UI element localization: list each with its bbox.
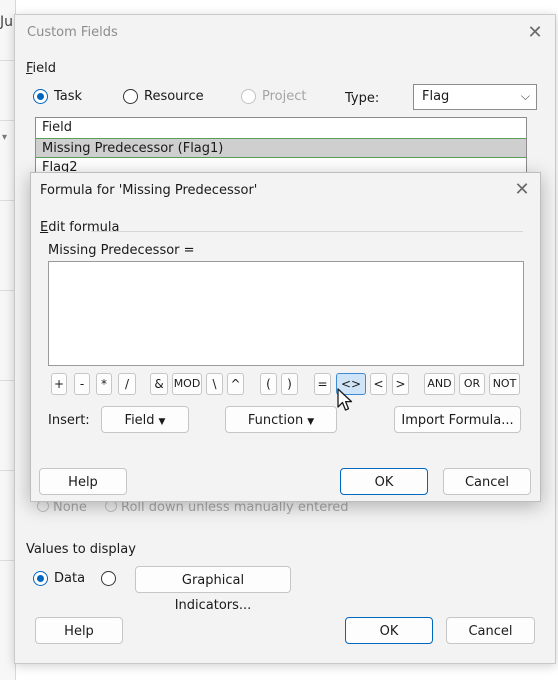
data-radio-label: Data — [54, 571, 86, 586]
cancel-button[interactable]: Cancel — [446, 617, 535, 644]
insert-field-label: Field — [124, 413, 155, 428]
caret-down-icon: ▼ — [158, 417, 166, 427]
edit-formula-label: Edit formula — [40, 220, 120, 235]
ok-button[interactable]: OK — [345, 617, 433, 644]
insert-label: Insert: — [48, 413, 90, 428]
rollup-none-option: None — [37, 500, 87, 515]
insert-field-button[interactable]: Field ▼ — [101, 406, 189, 433]
custom-fields-title: Custom Fields — [27, 25, 118, 40]
op-plus-button[interactable]: + — [51, 373, 67, 395]
mouse-cursor-icon — [337, 388, 353, 411]
insert-function-button[interactable]: Function ▼ — [225, 406, 337, 433]
op-minus-button[interactable]: - — [74, 373, 90, 395]
project-radio-label: Project — [262, 89, 307, 104]
type-select[interactable]: Flag ⌵ — [413, 84, 537, 110]
import-formula-button[interactable]: Import Formula... — [394, 406, 521, 433]
op-not-button[interactable]: NOT — [489, 373, 520, 395]
close-icon[interactable]: ✕ — [512, 180, 532, 200]
op-or-button[interactable]: OR — [459, 373, 485, 395]
close-icon[interactable]: ✕ — [525, 23, 545, 43]
radio-empty-icon — [101, 571, 116, 586]
op-equals-button[interactable]: = — [314, 373, 331, 395]
background-tick-icon: ▾ — [2, 132, 8, 143]
op-divide-button[interactable]: / — [118, 373, 136, 395]
op-power-button[interactable]: ^ — [227, 373, 244, 395]
op-ampersand-button[interactable]: & — [150, 373, 168, 395]
resource-radio[interactable]: Resource — [123, 89, 204, 104]
task-radio-label: Task — [54, 89, 83, 104]
data-radio[interactable]: Data — [33, 571, 85, 586]
type-select-value: Flag — [422, 89, 450, 104]
field-list[interactable]: Field Missing Predecessor (Flag1) Flag2 — [35, 117, 527, 177]
resource-radio-label: Resource — [144, 89, 204, 104]
custom-fields-titlebar: Custom Fields ✕ — [15, 15, 555, 51]
rolldown-option: Roll down unless manually entered — [105, 500, 349, 515]
background-tab-text: Ju — [0, 14, 14, 30]
radio-selected-icon — [33, 89, 48, 104]
caret-down-icon: ▼ — [307, 417, 315, 427]
field-group-label: Field — [26, 61, 57, 76]
op-multiply-button[interactable]: * — [96, 373, 112, 395]
radio-selected-icon — [33, 571, 48, 586]
ok-button[interactable]: OK — [340, 468, 428, 495]
radio-empty-icon — [123, 89, 138, 104]
help-button[interactable]: Help — [35, 617, 123, 644]
op-close-paren-button[interactable]: ) — [281, 373, 298, 395]
graphical-radio[interactable] — [101, 571, 116, 586]
radio-empty-icon — [241, 89, 256, 104]
field-list-header: Field — [42, 120, 73, 135]
op-less-than-button[interactable]: < — [370, 373, 387, 395]
type-label: Type: — [345, 91, 380, 106]
list-item[interactable]: Missing Predecessor (Flag1) — [36, 138, 526, 158]
op-open-paren-button[interactable]: ( — [260, 373, 277, 395]
graphical-indicators-button[interactable]: Graphical Indicators... — [135, 566, 291, 613]
op-intdivide-button[interactable]: \ — [206, 373, 223, 395]
formula-dialog-title: Formula for 'Missing Predecessor' — [40, 183, 258, 198]
project-radio: Project — [241, 89, 306, 104]
op-mod-button[interactable]: MOD — [172, 373, 202, 395]
formula-dialog: Formula for 'Missing Predecessor' ✕ Edit… — [30, 172, 541, 502]
help-button[interactable]: Help — [39, 468, 127, 495]
divider — [91, 231, 523, 232]
formula-prefix: Missing Predecessor = — [48, 243, 195, 258]
op-and-button[interactable]: AND — [424, 373, 455, 395]
chevron-down-icon: ⌵ — [520, 89, 530, 103]
op-greater-than-button[interactable]: > — [392, 373, 409, 395]
insert-function-label: Function — [247, 413, 304, 428]
cancel-button[interactable]: Cancel — [443, 468, 531, 495]
values-to-display-label: Values to display — [26, 542, 136, 557]
formula-textarea[interactable] — [48, 261, 524, 366]
task-radio[interactable]: Task — [33, 89, 82, 104]
